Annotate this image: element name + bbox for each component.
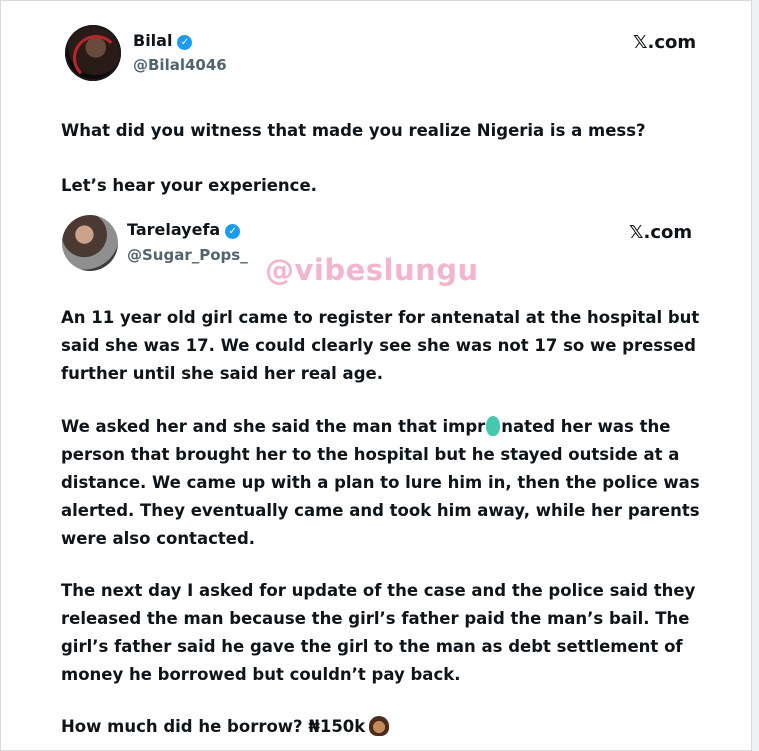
verified-badge-icon: ✓ bbox=[177, 35, 193, 50]
quoted-author-name[interactable]: Tarelayefa bbox=[127, 220, 220, 239]
avatar-tarelayefa[interactable] bbox=[62, 215, 118, 271]
author-name-row[interactable]: Bilal ✓ bbox=[133, 31, 193, 50]
quoted-author-handle[interactable]: @Sugar_Pops_ bbox=[127, 246, 248, 264]
quoted-paragraph-2: We asked her and she said the man that i… bbox=[61, 413, 701, 553]
tweet-text-line-2: Let’s hear your experience. bbox=[61, 176, 317, 195]
quoted-paragraph-2-end: nated her was the person that brought he… bbox=[61, 417, 700, 548]
quoted-paragraph-4: How much did he borrow? ₦150k bbox=[61, 713, 701, 741]
quoted-site-label: 𝕏.com bbox=[629, 222, 693, 243]
quoted-paragraph-4-text: How much did he borrow? ₦150k bbox=[61, 717, 366, 736]
watermark: @vibeslungu bbox=[265, 253, 479, 287]
quoted-paragraph-1: An 11 year old girl came to register for… bbox=[61, 308, 700, 383]
person-gesturing-emoji-icon bbox=[369, 716, 390, 736]
quoted-paragraph-3: The next day I asked for update of the c… bbox=[61, 581, 696, 684]
author-handle[interactable]: @Bilal4046 bbox=[133, 56, 227, 74]
verified-badge-icon: ✓ bbox=[225, 224, 241, 239]
tweet-card: Bilal ✓ @Bilal4046 𝕏.com What did you wit… bbox=[0, 0, 752, 751]
quoted-author-name-row[interactable]: Tarelayefa ✓ bbox=[127, 220, 241, 239]
quoted-paragraph-2-start: We asked her and she said the man that i… bbox=[61, 417, 486, 436]
tweet-text-line-1: What did you witness that made you reali… bbox=[61, 121, 646, 140]
author-name[interactable]: Bilal bbox=[133, 31, 172, 50]
site-label: 𝕏.com bbox=[633, 32, 697, 53]
redaction-blob bbox=[486, 416, 501, 436]
avatar-bilal[interactable] bbox=[65, 25, 121, 81]
